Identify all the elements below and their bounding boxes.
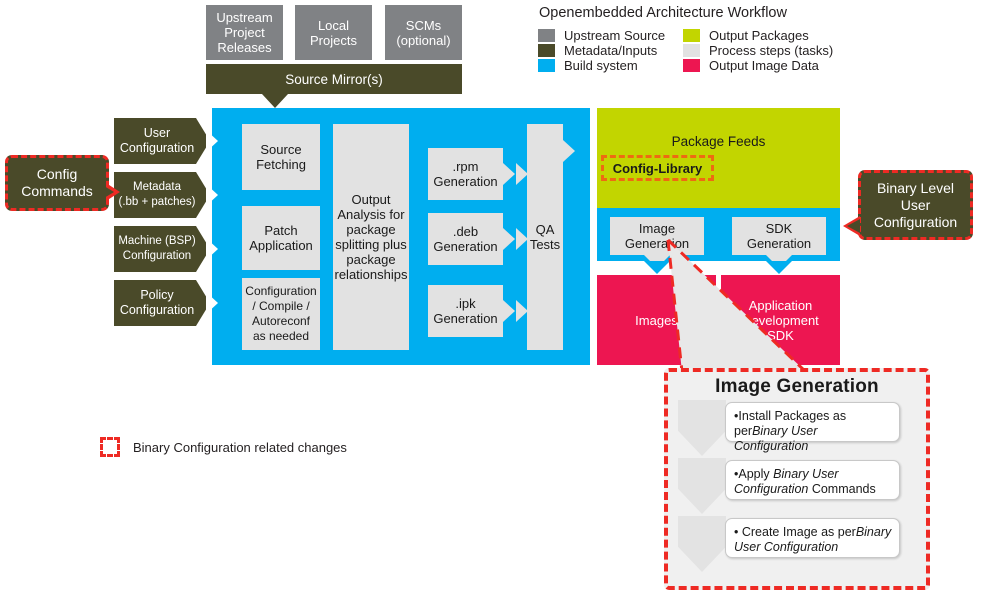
output-label: SDK Generation xyxy=(746,221,812,251)
callout-binary-pointer-fill xyxy=(847,219,860,233)
connector-notch xyxy=(268,190,294,203)
output-label: Images xyxy=(635,312,678,328)
step-arrow xyxy=(503,228,515,250)
panel-item-create-image[interactable]: • Create Image as perBinary User Configu… xyxy=(725,518,900,558)
source-mirror-down-arrow xyxy=(262,94,288,108)
process-label: Source Fetching xyxy=(256,142,306,172)
key-swatch-dashed xyxy=(100,437,120,457)
process-source-fetching[interactable]: Source Fetching xyxy=(242,124,320,190)
input-arrow xyxy=(206,292,218,314)
step-arrow xyxy=(320,302,332,324)
legend-swatch-build-system xyxy=(538,59,555,72)
legend-title: Openembedded Architecture Workflow xyxy=(539,5,787,21)
output-sdk-generation[interactable]: SDK Generation xyxy=(732,217,826,255)
callout-label: Config Commands xyxy=(21,166,93,199)
input-box-machine-bsp-configuration[interactable]: Machine (BSP) Configuration xyxy=(114,226,210,272)
input-arrow xyxy=(206,184,218,206)
legend-swatch-output-image-data xyxy=(683,59,700,72)
key-label: Binary Configuration related changes xyxy=(133,440,347,455)
package-feeds-title: Package Feeds xyxy=(597,132,840,150)
process-label: .deb Generation xyxy=(433,224,498,254)
process-patch-application[interactable]: Patch Application xyxy=(242,206,320,270)
qa-inbound-arrow xyxy=(516,228,528,250)
process-label: Patch Application xyxy=(249,223,313,253)
legend-label: Upstream Source xyxy=(564,28,666,43)
legend-left: Upstream Source Metadata/Inputs Build sy… xyxy=(538,28,665,73)
input-arrow xyxy=(206,238,218,260)
input-box-user-configuration[interactable]: User Configuration xyxy=(114,118,210,164)
step-arrow xyxy=(409,163,421,185)
process-rpm-generation[interactable]: .rpm Generation xyxy=(428,148,503,200)
process-label: .rpm Generation xyxy=(433,159,498,189)
source-box-scms[interactable]: SCMs (optional) xyxy=(385,5,462,60)
process-output-analysis[interactable]: Output Analysis for package splitting pl… xyxy=(333,124,409,350)
qa-to-feeds-arrow xyxy=(578,140,590,162)
legend-label: Build system xyxy=(564,58,638,73)
source-mirror-label: Source Mirror(s) xyxy=(285,71,383,87)
output-label: Image Generation xyxy=(624,221,690,251)
input-arrow xyxy=(206,130,218,152)
input-box-policy-configuration[interactable]: Policy Configuration xyxy=(114,280,210,326)
panel-item-text: Create Image as per xyxy=(738,525,856,539)
legend-label: Metadata/Inputs xyxy=(564,43,658,58)
output-image-generation[interactable]: Image Generation xyxy=(610,217,704,255)
source-mirror-bar[interactable]: Source Mirror(s) xyxy=(206,64,462,94)
package-feeds-label: Package Feeds xyxy=(671,133,766,149)
callout-config-commands[interactable]: Config Commands xyxy=(5,155,109,211)
panel-item-apply-commands[interactable]: •Apply Binary User Configuration Command… xyxy=(725,460,900,500)
process-label: QA Tests xyxy=(529,222,561,252)
input-box-metadata[interactable]: Metadata (.bb + patches) xyxy=(114,172,210,218)
qa-inbound-arrow xyxy=(516,300,528,322)
process-label: .ipk Generation xyxy=(433,296,498,326)
legend-swatch-metadata-inputs xyxy=(538,44,555,57)
connector-notch xyxy=(766,261,792,274)
panel-item-text: Apply xyxy=(738,467,774,481)
connector-notch xyxy=(644,275,670,288)
step-arrow xyxy=(503,300,515,322)
legend-swatch-output-packages xyxy=(683,29,700,42)
callout-config-commands-pointer-fill xyxy=(104,186,114,198)
source-box-local-projects[interactable]: Local Projects xyxy=(295,5,372,60)
step-arrow xyxy=(409,300,421,322)
legend-swatch-process-steps xyxy=(683,44,700,57)
input-box-label: User Configuration xyxy=(119,126,195,155)
step-arrow xyxy=(409,228,421,250)
callout-label: Binary Level User Configuration xyxy=(873,179,958,230)
legend-label: Output Image Data xyxy=(709,58,819,73)
source-box-upstream-project-releases[interactable]: Upstream Project Releases xyxy=(206,5,283,60)
legend-label: Output Packages xyxy=(709,28,809,43)
source-box-label: Upstream Project Releases xyxy=(216,10,273,55)
process-configuration-compile-autoreconf[interactable]: Configuration / Compile / Autoreconf as … xyxy=(242,278,320,350)
callout-binary-level-user-config[interactable]: Binary Level User Configuration xyxy=(858,170,973,240)
process-ipk-generation[interactable]: .ipk Generation xyxy=(428,285,503,337)
input-box-label: Policy Configuration xyxy=(119,288,195,317)
config-library-highlight[interactable]: Config-Library xyxy=(601,155,714,181)
panel-title-text: Image Generation xyxy=(715,376,879,397)
source-box-label: Local Projects xyxy=(310,17,357,48)
input-box-label: Machine (BSP) Configuration xyxy=(118,235,196,262)
panel-item-text-tail: Commands xyxy=(808,482,876,496)
step-arrow xyxy=(503,163,515,185)
legend-label: Process steps (tasks) xyxy=(709,43,834,58)
panel-item-install-packages[interactable]: •Install Packages as perBinary User Conf… xyxy=(725,402,900,453)
legend-right: Output Packages Process steps (tasks) Ou… xyxy=(683,28,833,73)
output-label: Application Development SDK xyxy=(742,297,819,343)
process-label: Output Analysis for package splitting pl… xyxy=(334,192,408,282)
config-library-label: Config-Library xyxy=(612,160,703,176)
connector-notch xyxy=(766,275,792,288)
image-generation-panel-title: Image Generation xyxy=(664,374,930,400)
input-box-label: Metadata (.bb + patches) xyxy=(118,181,196,208)
legend-swatch-upstream-source xyxy=(538,29,555,42)
qa-inbound-arrow xyxy=(516,163,528,185)
source-box-label: SCMs (optional) xyxy=(396,17,451,48)
output-app-dev-sdk[interactable]: Application Development SDK xyxy=(721,275,840,365)
qa-to-feeds-arrow xyxy=(563,140,575,162)
process-deb-generation[interactable]: .deb Generation xyxy=(428,213,503,265)
process-qa-tests[interactable]: QA Tests xyxy=(527,124,563,350)
output-images[interactable]: Images xyxy=(597,275,716,365)
process-label: Configuration / Compile / Autoreconf as … xyxy=(245,284,317,343)
connector-notch xyxy=(644,261,670,274)
